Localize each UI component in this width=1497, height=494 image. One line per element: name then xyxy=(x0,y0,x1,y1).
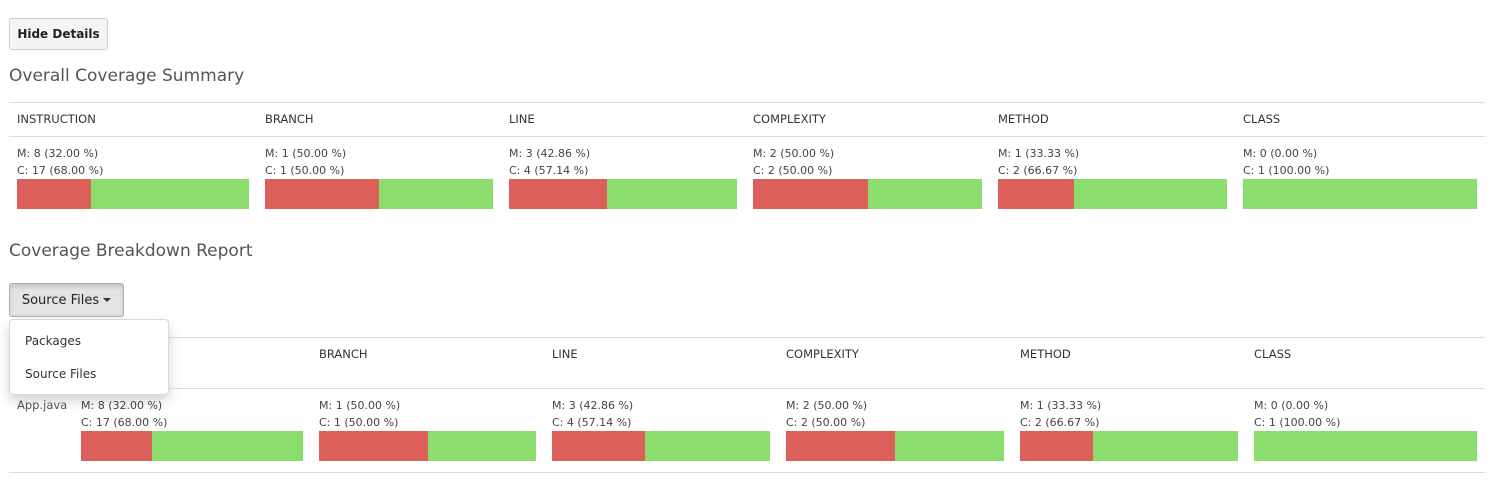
covered-segment xyxy=(379,179,493,209)
summary-class-bar xyxy=(1243,179,1477,209)
row-branch-bar xyxy=(319,431,536,461)
source-files-dropdown[interactable]: Source Files xyxy=(9,283,124,317)
source-files-dropdown-menu: Packages Source Files xyxy=(9,319,169,395)
missed-segment xyxy=(998,179,1075,209)
file-name[interactable]: App.java xyxy=(17,398,67,412)
missed-segment xyxy=(786,431,895,461)
missed-segment xyxy=(509,179,607,209)
breakdown-title: Coverage Breakdown Report xyxy=(9,241,253,261)
summary-complexity-covered: C: 2 (50.00 %) xyxy=(753,164,833,177)
summary-header-class: CLASS xyxy=(1243,112,1281,126)
row-complexity-bar xyxy=(786,431,1004,461)
summary-line-bar xyxy=(509,179,737,209)
summary-instruction-covered: C: 17 (68.00 %) xyxy=(17,164,104,177)
menu-item-packages[interactable]: Packages xyxy=(25,334,81,348)
covered-segment xyxy=(895,431,1004,461)
hide-details-button[interactable]: Hide Details xyxy=(9,18,108,50)
covered-segment xyxy=(427,431,536,461)
menu-item-source-files[interactable]: Source Files xyxy=(25,367,96,381)
covered-segment xyxy=(91,179,249,209)
row-method-bar xyxy=(1020,431,1238,461)
covered-segment xyxy=(152,431,303,461)
caret-down-icon xyxy=(103,298,112,302)
summary-class-covered: C: 1 (100.00 %) xyxy=(1243,164,1330,177)
row-branch-covered: C: 1 (50.00 %) xyxy=(319,416,399,429)
breakdown-header-class: CLASS xyxy=(1254,347,1292,361)
summary-header-instruction: INSTRUCTION xyxy=(17,112,96,126)
breakdown-header-complexity: COMPLEXITY xyxy=(786,347,859,361)
covered-segment xyxy=(645,431,770,461)
row-class-missed: M: 0 (0.00 %) xyxy=(1254,399,1329,412)
summary-header-method: METHOD xyxy=(998,112,1049,126)
summary-instruction-bar xyxy=(17,179,249,209)
row-instruction-covered: C: 17 (68.00 %) xyxy=(81,416,168,429)
covered-segment xyxy=(1092,431,1238,461)
summary-title: Overall Coverage Summary xyxy=(9,66,245,86)
row-complexity-covered: C: 2 (50.00 %) xyxy=(786,416,866,429)
summary-branch-covered: C: 1 (50.00 %) xyxy=(265,164,345,177)
summary-header-complexity: COMPLEXITY xyxy=(753,112,826,126)
row-method-covered: C: 2 (66.67 %) xyxy=(1020,416,1100,429)
summary-complexity-bar xyxy=(753,179,982,209)
missed-segment xyxy=(319,431,428,461)
breakdown-table-header-border xyxy=(9,388,1485,389)
row-class-covered: C: 1 (100.00 %) xyxy=(1254,416,1341,429)
summary-table-top-border xyxy=(9,102,1485,103)
row-instruction-bar xyxy=(81,431,303,461)
summary-line-covered: C: 4 (57.14 %) xyxy=(509,164,589,177)
summary-header-line: LINE xyxy=(509,112,535,126)
missed-segment xyxy=(265,179,379,209)
covered-segment xyxy=(867,179,982,209)
breakdown-table-top-border xyxy=(9,337,1485,338)
covered-segment xyxy=(606,179,737,209)
breakdown-header-method: METHOD xyxy=(1020,347,1071,361)
row-complexity-missed: M: 2 (50.00 %) xyxy=(786,399,868,412)
row-line-covered: C: 4 (57.14 %) xyxy=(552,416,632,429)
breakdown-table-bottom-border xyxy=(9,472,1485,473)
missed-segment xyxy=(552,431,646,461)
covered-segment xyxy=(1074,179,1227,209)
dropdown-label: Source Files xyxy=(21,292,100,308)
summary-branch-missed: M: 1 (50.00 %) xyxy=(265,147,347,160)
missed-segment xyxy=(17,179,92,209)
missed-segment xyxy=(81,431,153,461)
row-instruction-missed: M: 8 (32.00 %) xyxy=(81,399,163,412)
summary-branch-bar xyxy=(265,179,493,209)
row-method-missed: M: 1 (33.33 %) xyxy=(1020,399,1102,412)
summary-complexity-missed: M: 2 (50.00 %) xyxy=(753,147,835,160)
covered-segment xyxy=(1243,179,1477,209)
summary-table-header-border xyxy=(9,136,1485,137)
summary-instruction-missed: M: 8 (32.00 %) xyxy=(17,147,99,160)
summary-header-branch: BRANCH xyxy=(265,112,314,126)
row-line-missed: M: 3 (42.86 %) xyxy=(552,399,634,412)
breakdown-header-line: LINE xyxy=(552,347,578,361)
missed-segment xyxy=(753,179,868,209)
summary-method-covered: C: 2 (66.67 %) xyxy=(998,164,1078,177)
breakdown-header-branch: BRANCH xyxy=(319,347,368,361)
row-line-bar xyxy=(552,431,770,461)
summary-class-missed: M: 0 (0.00 %) xyxy=(1243,147,1318,160)
summary-method-missed: M: 1 (33.33 %) xyxy=(998,147,1080,160)
missed-segment xyxy=(1020,431,1093,461)
row-branch-missed: M: 1 (50.00 %) xyxy=(319,399,401,412)
summary-line-missed: M: 3 (42.86 %) xyxy=(509,147,591,160)
row-class-bar xyxy=(1254,431,1477,461)
covered-segment xyxy=(1254,431,1477,461)
summary-method-bar xyxy=(998,179,1227,209)
